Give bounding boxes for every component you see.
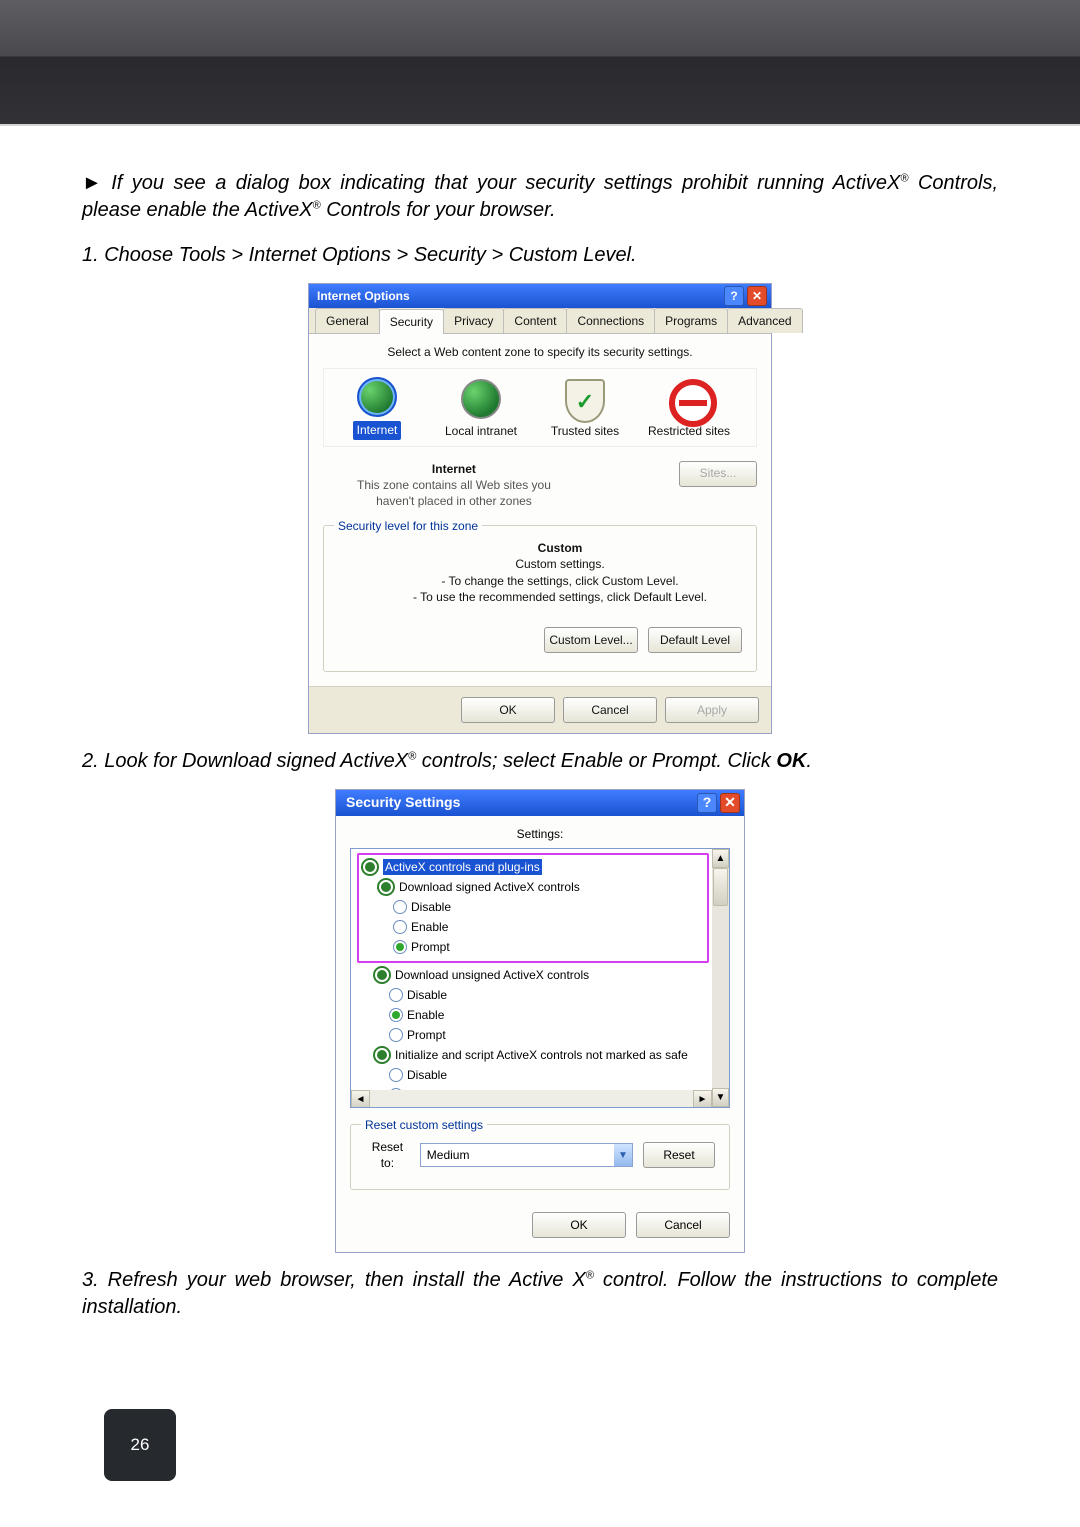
zone-internet[interactable]: Internet — [332, 377, 422, 439]
ok-button[interactable]: OK — [532, 1212, 626, 1238]
io-tabs: General Security Privacy Content Connect… — [309, 308, 771, 334]
sites-button[interactable]: Sites... — [679, 461, 757, 487]
vertical-scrollbar[interactable]: ▲ ▼ — [712, 849, 729, 1107]
gear-icon — [361, 858, 379, 876]
note-activex: ► If you see a dialog box indicating tha… — [82, 170, 998, 224]
ok-button[interactable]: OK — [461, 697, 555, 723]
close-icon[interactable]: ✕ — [747, 286, 767, 306]
zone-title: Internet — [357, 461, 551, 477]
radio-disable[interactable] — [389, 988, 403, 1002]
gear-icon — [373, 966, 391, 984]
ss-titlebar: Security Settings ? ✕ — [336, 790, 744, 816]
zone-desc-2: haven't placed in other zones — [357, 493, 551, 509]
highlight-group: ActiveX controls and plug-ins Download s… — [357, 853, 709, 963]
horizontal-scrollbar[interactable]: ◄ ► — [351, 1090, 712, 1107]
apply-button[interactable]: Apply — [665, 697, 759, 723]
zone-local-intranet[interactable]: Local intranet — [436, 379, 526, 439]
tab-connections[interactable]: Connections — [566, 308, 655, 333]
node-init-script[interactable]: Initialize and script ActiveX controls n… — [395, 1047, 688, 1063]
header-separator — [0, 124, 1080, 126]
chevron-down-icon[interactable]: ▼ — [614, 1144, 632, 1166]
security-level-fieldset: Security level for this zone Custom Cust… — [323, 525, 757, 672]
tab-general[interactable]: General — [315, 308, 380, 333]
settings-list[interactable]: ActiveX controls and plug-ins Download s… — [350, 848, 730, 1108]
zone-desc-1: This zone contains all Web sites you — [357, 477, 551, 493]
internet-options-dialog: Internet Options ? ✕ General Security Pr… — [308, 283, 772, 734]
tab-programs[interactable]: Programs — [654, 308, 728, 333]
default-level-button[interactable]: Default Level — [648, 627, 742, 653]
node-download-signed[interactable]: Download signed ActiveX controls — [399, 879, 580, 895]
help-icon[interactable]: ? — [724, 286, 744, 306]
header-band — [0, 0, 1080, 124]
reset-legend: Reset custom settings — [361, 1117, 487, 1133]
tab-content[interactable]: Content — [503, 308, 567, 333]
radio-enable[interactable] — [393, 920, 407, 934]
scroll-up-icon[interactable]: ▲ — [712, 849, 729, 868]
zone-trusted[interactable]: ✓ Trusted sites — [540, 379, 630, 439]
radio-prompt[interactable] — [393, 940, 407, 954]
settings-label: Settings: — [350, 826, 730, 842]
step-2: 2. Look for Download signed ActiveX® con… — [82, 748, 998, 775]
radio-disable[interactable] — [393, 900, 407, 914]
reset-value: Medium — [427, 1147, 470, 1163]
gear-icon — [373, 1046, 391, 1064]
security-settings-dialog: Security Settings ? ✕ Settings: ActiveX … — [335, 789, 745, 1254]
reset-combo[interactable]: Medium ▼ — [420, 1143, 633, 1167]
reset-to-label: Reset to: — [365, 1139, 410, 1171]
help-icon[interactable]: ? — [697, 793, 717, 813]
custom-line-1: Custom settings. — [378, 556, 742, 572]
radio-disable[interactable] — [389, 1068, 403, 1082]
ss-title: Security Settings — [346, 793, 460, 812]
scroll-thumb[interactable] — [713, 868, 728, 906]
radio-prompt[interactable] — [389, 1028, 403, 1042]
cancel-button[interactable]: Cancel — [563, 697, 657, 723]
tab-advanced[interactable]: Advanced — [727, 308, 802, 333]
reset-fieldset: Reset custom settings Reset to: Medium ▼… — [350, 1124, 730, 1190]
radio-enable[interactable] — [389, 1008, 403, 1022]
io-titlebar: Internet Options ? ✕ — [309, 284, 771, 308]
io-zone-instruction: Select a Web content zone to specify its… — [323, 344, 757, 360]
tab-security[interactable]: Security — [379, 309, 444, 334]
zone-list: Internet Local intranet ✓ Trusted sites — [323, 368, 757, 446]
scroll-left-icon[interactable]: ◄ — [351, 1090, 370, 1108]
gear-icon — [377, 878, 395, 896]
custom-line-3: - To use the recommended settings, click… — [378, 589, 742, 605]
tab-privacy[interactable]: Privacy — [443, 308, 504, 333]
page-number: 26 — [104, 1409, 176, 1481]
io-title: Internet Options — [317, 288, 410, 304]
scroll-right-icon[interactable]: ► — [693, 1090, 712, 1108]
custom-level-button[interactable]: Custom Level... — [544, 627, 638, 653]
scroll-down-icon[interactable]: ▼ — [712, 1088, 729, 1107]
zone-restricted[interactable]: Restricted sites — [644, 379, 734, 439]
custom-title: Custom — [378, 540, 742, 556]
cancel-button[interactable]: Cancel — [636, 1212, 730, 1238]
custom-line-2: - To change the settings, click Custom L… — [378, 573, 742, 589]
step-3: 3. Refresh your web browser, then instal… — [82, 1267, 998, 1321]
security-level-legend: Security level for this zone — [334, 518, 482, 534]
close-icon[interactable]: ✕ — [720, 793, 740, 813]
node-activex-root[interactable]: ActiveX controls and plug-ins — [383, 859, 542, 875]
reset-button[interactable]: Reset — [643, 1142, 715, 1168]
node-download-unsigned[interactable]: Download unsigned ActiveX controls — [395, 967, 589, 983]
step-1: 1. Choose Tools > Internet Options > Sec… — [82, 242, 998, 269]
